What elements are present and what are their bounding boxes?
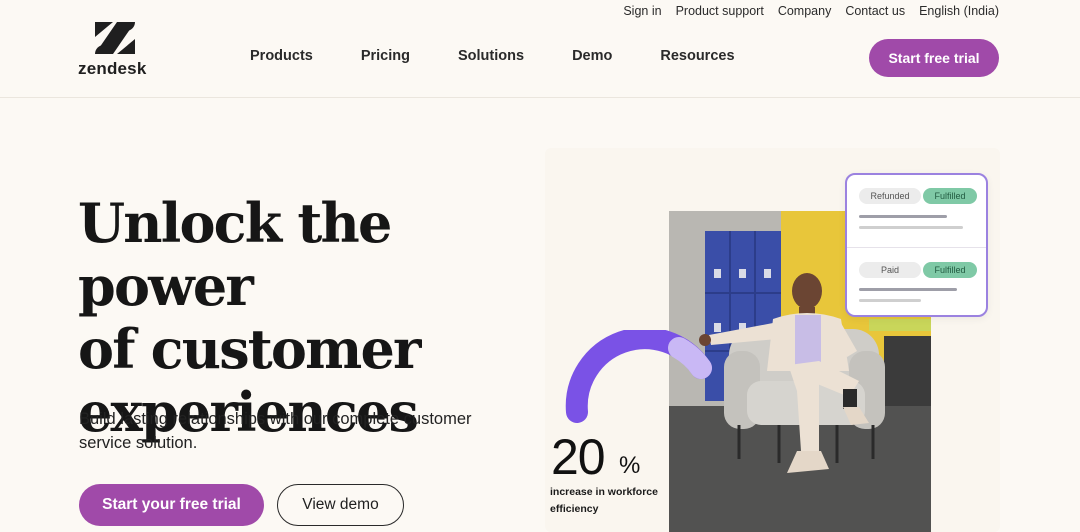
main-nav: Products Pricing Solutions Demo Resource… xyxy=(250,48,783,64)
stat-caption-line-1: increase in workforce xyxy=(550,486,658,498)
placeholder-line xyxy=(859,288,957,291)
language-selector[interactable]: English (India) xyxy=(919,4,999,18)
stat-caption: increase in workforce efficiency xyxy=(550,484,670,518)
placeholder-line xyxy=(859,299,921,302)
placeholder-line xyxy=(859,226,963,229)
nav-demo[interactable]: Demo xyxy=(572,48,612,64)
fulfilled-badge: Fulfilled xyxy=(923,188,977,204)
contact-us-link[interactable]: Contact us xyxy=(845,4,905,18)
zendesk-logo-icon xyxy=(95,22,135,54)
placeholder-line xyxy=(859,215,947,218)
start-free-trial-button[interactable]: Start free trial xyxy=(869,39,999,77)
nav-solutions[interactable]: Solutions xyxy=(458,48,524,64)
utility-nav: Sign in Product support Company Contact … xyxy=(623,4,999,18)
progress-arc xyxy=(565,330,712,423)
view-demo-button[interactable]: View demo xyxy=(277,484,404,526)
product-support-link[interactable]: Product support xyxy=(676,4,764,18)
stat-percent-sign: % xyxy=(619,452,641,479)
hero-subtitle: Build lasting relationships with our com… xyxy=(79,410,472,452)
order-row: Refunded Fulfilled xyxy=(847,175,986,247)
nav-products[interactable]: Products xyxy=(250,48,313,64)
nav-pricing[interactable]: Pricing xyxy=(361,48,410,64)
sign-in-link[interactable]: Sign in xyxy=(623,4,661,18)
zendesk-logo[interactable]: zendesk xyxy=(78,22,158,78)
logo-wordmark: zendesk xyxy=(78,59,147,78)
hero-title-line-2: of customer xyxy=(78,317,422,381)
stat-number: 20 xyxy=(551,429,606,485)
hero-title-line-1: Unlock the power xyxy=(78,191,392,318)
order-row: Paid Fulfilled xyxy=(847,247,986,317)
status-badge: Paid xyxy=(859,262,921,278)
status-badge: Refunded xyxy=(859,188,921,204)
nav-resources[interactable]: Resources xyxy=(660,48,734,64)
fulfilled-badge: Fulfilled xyxy=(923,262,977,278)
stat-caption-line-2: efficiency xyxy=(550,503,599,515)
site-header: zendesk Sign in Product support Company … xyxy=(0,0,1080,98)
start-your-free-trial-button[interactable]: Start your free trial xyxy=(79,484,264,526)
company-link[interactable]: Company xyxy=(778,4,832,18)
order-status-card: Refunded Fulfilled Paid Fulfilled xyxy=(845,173,988,317)
